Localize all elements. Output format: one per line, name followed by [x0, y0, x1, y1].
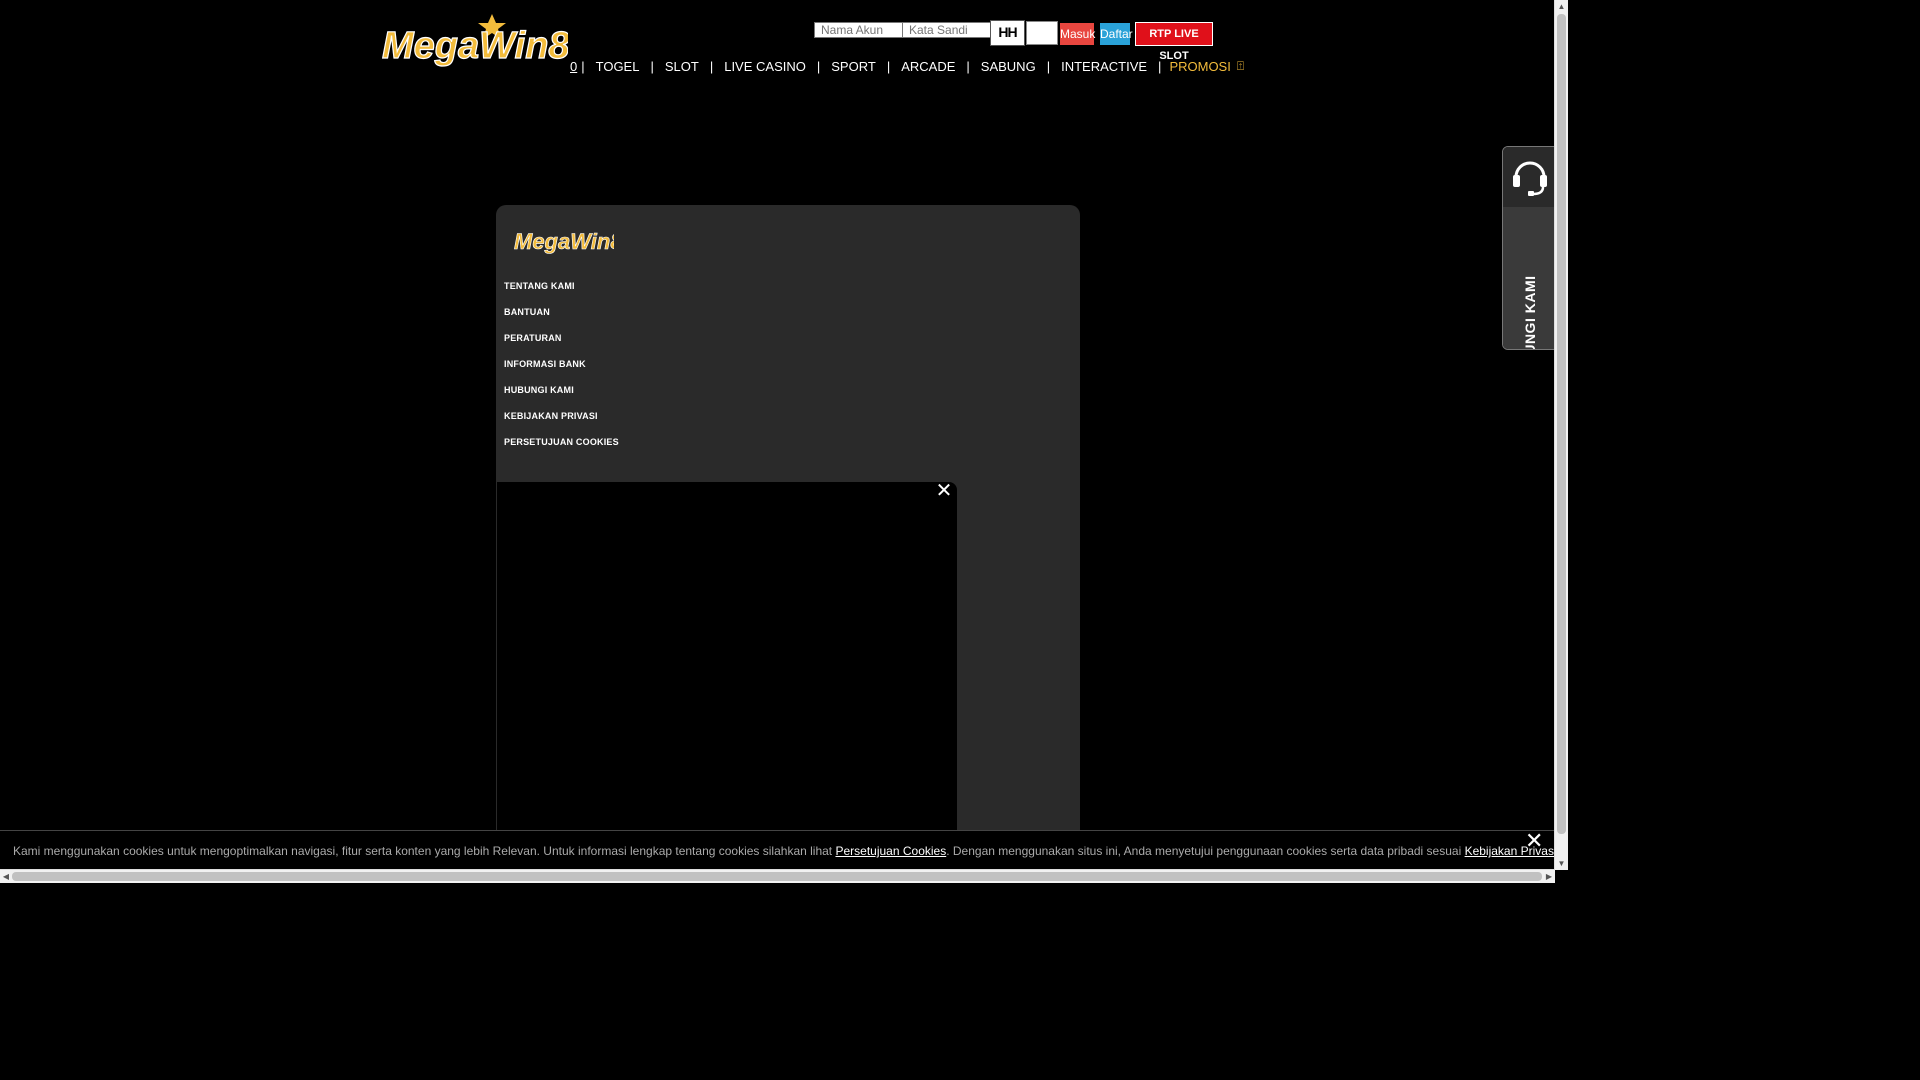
nav-slot[interactable]: SLOT: [654, 59, 710, 74]
password-input[interactable]: [902, 22, 1000, 38]
main-nav: 0 | TOGEL | SLOT | LIVE CASINO | SPORT |…: [566, 56, 1244, 76]
cookie-bar: Kami menggunakan cookies untuk mengoptim…: [0, 830, 1560, 871]
nav-promosi[interactable]: PROMOSI: [1161, 59, 1234, 74]
footer-link-tentang-kami[interactable]: TENTANG KAMI: [504, 279, 619, 305]
scroll-right-icon[interactable]: ▶: [1543, 870, 1555, 883]
nav-arcade[interactable]: ARCADE: [890, 59, 966, 74]
cookie-text-middle: . Dengan menggunakan situs ini, Anda men…: [946, 844, 1465, 858]
footer-link-hubungi-kami[interactable]: HUBUNGI KAMI: [504, 383, 619, 409]
contact-widget-label: HUBUNGI KAMI: [1522, 275, 1538, 350]
contact-widget[interactable]: HUBUNGI KAMI: [1502, 146, 1558, 350]
nav-interactive[interactable]: INTERACTIVE: [1050, 59, 1158, 74]
megawin88-logo: MegaWin88: [381, 14, 592, 68]
footer-link-informasi-bank[interactable]: INFORMASI BANK: [504, 357, 619, 383]
cookie-text: Kami menggunakan cookies untuk mengoptim…: [13, 844, 1560, 858]
vertical-scroll-thumb[interactable]: [1557, 14, 1566, 834]
nav-sabung[interactable]: SABUNG: [970, 59, 1047, 74]
scroll-left-icon[interactable]: ◀: [0, 870, 12, 883]
scroll-up-icon[interactable]: ▲: [1555, 0, 1568, 13]
popup-overlay: ✕: [497, 481, 957, 862]
footer-logo[interactable]: MegaWin88: [514, 223, 614, 255]
footer-links: TENTANG KAMI BANTUAN PERATURAN INFORMASI…: [504, 279, 619, 461]
cookie-policy-link[interactable]: Persetujuan Cookies: [835, 844, 946, 858]
close-icon[interactable]: ✕: [935, 481, 953, 501]
contact-widget-label-area: HUBUNGI KAMI: [1503, 207, 1557, 349]
svg-text:MegaWin88: MegaWin88: [382, 25, 568, 67]
username-input[interactable]: [814, 22, 912, 38]
footer-link-persetujuan-cookies[interactable]: PERSETUJUAN COOKIES: [504, 435, 619, 461]
site-logo[interactable]: MegaWin88: [380, 12, 592, 68]
login-button[interactable]: Masuk: [1060, 23, 1095, 45]
rtp-live-slot-button[interactable]: RTP LIVE SLOT: [1135, 22, 1213, 62]
external-link-icon: ⍐: [1236, 58, 1245, 73]
nav-togel[interactable]: TOGEL: [585, 59, 651, 74]
close-icon[interactable]: ✕: [1525, 830, 1545, 852]
vertical-scrollbar[interactable]: ▲ ▼: [1554, 0, 1568, 870]
captcha-image: HH: [990, 20, 1025, 46]
horizontal-scroll-thumb[interactable]: [12, 872, 1542, 881]
cookie-text-before: Kami menggunakan cookies untuk mengoptim…: [13, 844, 836, 858]
horizontal-scrollbar[interactable]: ◀ ▶: [0, 869, 1555, 883]
nav-live-casino[interactable]: LIVE CASINO: [713, 59, 817, 74]
headset-icon: [1513, 161, 1547, 196]
captcha-input[interactable]: [1026, 21, 1058, 45]
register-button[interactable]: Daftar: [1100, 23, 1133, 45]
footer-link-peraturan[interactable]: PERATURAN: [504, 331, 619, 357]
scroll-down-icon[interactable]: ▼: [1555, 857, 1568, 870]
nav-home[interactable]: 0: [566, 59, 581, 74]
contact-widget-icon-area: [1503, 147, 1557, 207]
footer-link-bantuan[interactable]: BANTUAN: [504, 305, 619, 331]
nav-sport[interactable]: SPORT: [820, 59, 887, 74]
footer-link-kebijakan-privasi[interactable]: KEBIJAKAN PRIVASI: [504, 409, 619, 435]
svg-text:MegaWin88: MegaWin88: [514, 229, 614, 254]
